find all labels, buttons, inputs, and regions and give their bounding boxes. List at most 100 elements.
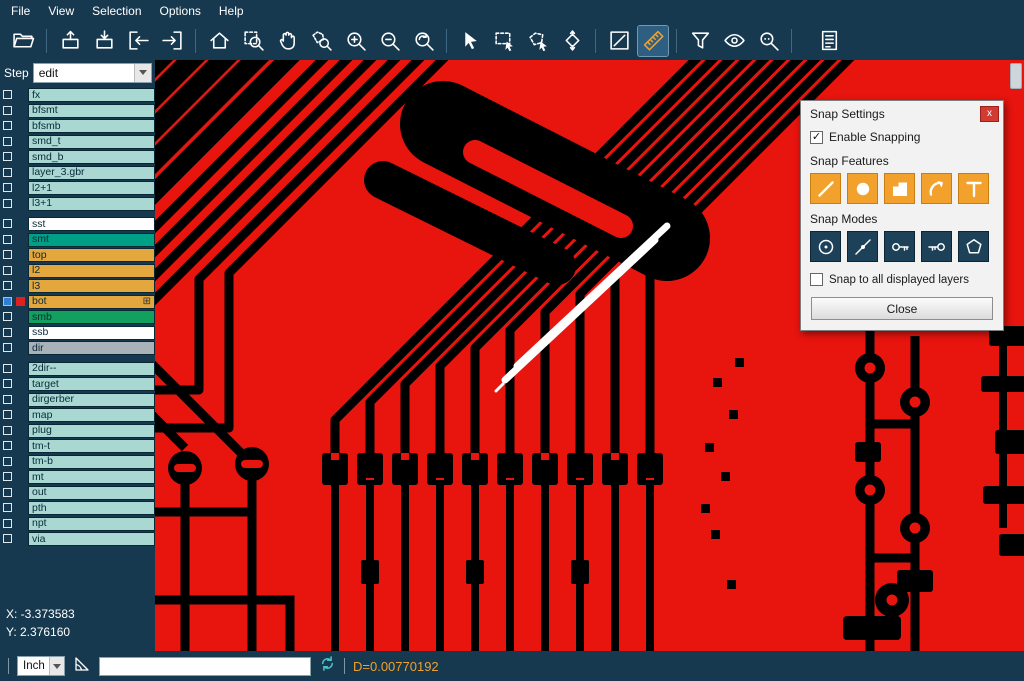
layer-row-top[interactable]: top <box>0 248 155 262</box>
layer-color-band[interactable]: npt <box>28 517 155 531</box>
refresh-icon[interactable] <box>319 655 336 677</box>
layer-color-band[interactable]: bfsmt <box>28 104 155 118</box>
layer-color-band[interactable]: bfsmb <box>28 119 155 133</box>
open-folder-icon[interactable] <box>8 26 38 56</box>
layer-visibility-checkbox[interactable] <box>3 503 12 512</box>
layer-row-smd_b[interactable]: smd_b <box>0 150 155 164</box>
layer-visibility-checkbox[interactable] <box>3 90 12 99</box>
menu-options[interactable]: Options <box>151 2 210 20</box>
layer-visibility-checkbox[interactable] <box>3 426 12 435</box>
snap-mode-key-alt-button[interactable] <box>921 231 952 262</box>
pan-icon[interactable] <box>272 26 302 56</box>
layer-row-2dir--[interactable]: 2dir-- <box>0 362 155 376</box>
layer-visibility-checkbox[interactable] <box>3 472 12 481</box>
scrollbar-thumb[interactable] <box>1010 63 1022 89</box>
snap-mode-nearest-button[interactable] <box>847 231 878 262</box>
report-icon[interactable] <box>814 26 844 56</box>
zoom-reset-icon[interactable] <box>408 26 438 56</box>
layer-color-band[interactable]: smd_b <box>28 150 155 164</box>
snap-feature-arc-button[interactable] <box>921 173 952 204</box>
layer-color-band[interactable]: layer_3.gbr <box>28 166 155 180</box>
layer-visibility-checkbox[interactable] <box>3 297 12 306</box>
layer-row-fx[interactable]: fx <box>0 88 155 102</box>
layer-row-bfsmb[interactable]: bfsmb <box>0 119 155 133</box>
enable-snapping-checkbox[interactable]: ✓ Enable Snapping <box>801 126 1003 146</box>
layer-visibility-checkbox[interactable] <box>3 343 12 352</box>
snap-feature-pad-button[interactable] <box>847 173 878 204</box>
layer-row-dirgerber[interactable]: dirgerber <box>0 393 155 407</box>
layer-row-layer_3.gbr[interactable]: layer_3.gbr <box>0 166 155 180</box>
unit-dropdown[interactable]: Inch <box>17 656 65 676</box>
layer-color-band[interactable]: smb <box>28 310 155 324</box>
layer-row-plug[interactable]: plug <box>0 424 155 438</box>
pcb-canvas[interactable]: Snap Settings x ✓ Enable Snapping Snap F… <box>155 60 1024 651</box>
layer-color-band[interactable]: l2 <box>28 264 155 278</box>
layer-visibility-checkbox[interactable] <box>3 266 12 275</box>
layer-row-via[interactable]: via <box>0 532 155 546</box>
layer-visibility-checkbox[interactable] <box>3 519 12 528</box>
layer-visibility-checkbox[interactable] <box>3 152 12 161</box>
layer-color-band[interactable]: top <box>28 248 155 262</box>
filter-icon[interactable] <box>685 26 715 56</box>
zoom-in-icon[interactable] <box>340 26 370 56</box>
layer-row-ssb[interactable]: ssb <box>0 326 155 340</box>
exit-left-icon[interactable] <box>123 26 153 56</box>
layer-row-mt[interactable]: mt <box>0 470 155 484</box>
menu-view[interactable]: View <box>39 2 83 20</box>
layer-row-smd_t[interactable]: smd_t <box>0 135 155 149</box>
snap-mode-key-button[interactable] <box>884 231 915 262</box>
layer-color-band[interactable]: sst <box>28 217 155 231</box>
layer-color-band[interactable]: map <box>28 408 155 422</box>
exit-right-icon[interactable] <box>157 26 187 56</box>
grid-icon[interactable]: ⊞ <box>143 297 151 307</box>
chevron-down-icon[interactable] <box>134 64 151 82</box>
layer-color-band[interactable]: ssb <box>28 326 155 340</box>
layer-color-band[interactable]: dirgerber <box>28 393 155 407</box>
layer-visibility-checkbox[interactable] <box>3 312 12 321</box>
layer-visibility-checkbox[interactable] <box>3 106 12 115</box>
import-down-icon[interactable] <box>89 26 119 56</box>
close-icon[interactable]: x <box>980 106 999 122</box>
layer-visibility-checkbox[interactable] <box>3 219 12 228</box>
layer-visibility-checkbox[interactable] <box>3 121 12 130</box>
snap-feature-text-button[interactable] <box>958 173 989 204</box>
layer-color-band[interactable]: smd_t <box>28 135 155 149</box>
layer-visibility-checkbox[interactable] <box>3 183 12 192</box>
layer-visibility-checkbox[interactable] <box>3 250 12 259</box>
layer-row-l2[interactable]: l2 <box>0 264 155 278</box>
layer-row-pth[interactable]: pth <box>0 501 155 515</box>
layer-visibility-checkbox[interactable] <box>3 364 12 373</box>
layer-visibility-checkbox[interactable] <box>3 534 12 543</box>
layer-visibility-checkbox[interactable] <box>3 281 12 290</box>
layer-row-tm-b[interactable]: tm-b <box>0 455 155 469</box>
layer-color-band[interactable]: l3+1 <box>28 197 155 211</box>
layer-row-out[interactable]: out <box>0 486 155 500</box>
layer-color-band[interactable]: tm-b <box>28 455 155 469</box>
layer-color-band[interactable]: l3 <box>28 279 155 293</box>
find-icon[interactable] <box>753 26 783 56</box>
zoom-window-icon[interactable] <box>238 26 268 56</box>
layer-row-dir[interactable]: dir <box>0 341 155 355</box>
layer-visibility-checkbox[interactable] <box>3 328 12 337</box>
layer-visibility-checkbox[interactable] <box>3 488 12 497</box>
layer-row-npt[interactable]: npt <box>0 517 155 531</box>
layer-row-smb[interactable]: smb <box>0 310 155 324</box>
layer-visibility-checkbox[interactable] <box>3 199 12 208</box>
all-layers-checkbox[interactable]: Snap to all displayed layers <box>801 262 1003 288</box>
layer-color-band[interactable]: smt <box>28 233 155 247</box>
layer-color-band[interactable]: pth <box>28 501 155 515</box>
pointer-icon[interactable] <box>455 26 485 56</box>
layer-row-tm-t[interactable]: tm-t <box>0 439 155 453</box>
menu-file[interactable]: File <box>2 2 39 20</box>
import-up-icon[interactable] <box>55 26 85 56</box>
layer-color-band[interactable]: dir <box>28 341 155 355</box>
command-input[interactable] <box>99 657 311 676</box>
snap-mode-outline-button[interactable] <box>958 231 989 262</box>
layer-row-l3+1[interactable]: l3+1 <box>0 197 155 211</box>
select-polygon-icon[interactable] <box>523 26 553 56</box>
layer-color-band[interactable]: bot⊞ <box>28 295 155 309</box>
layer-visibility-checkbox[interactable] <box>3 168 12 177</box>
layer-visibility-checkbox[interactable] <box>3 441 12 450</box>
eye-icon[interactable] <box>719 26 749 56</box>
layer-row-l3[interactable]: l3 <box>0 279 155 293</box>
